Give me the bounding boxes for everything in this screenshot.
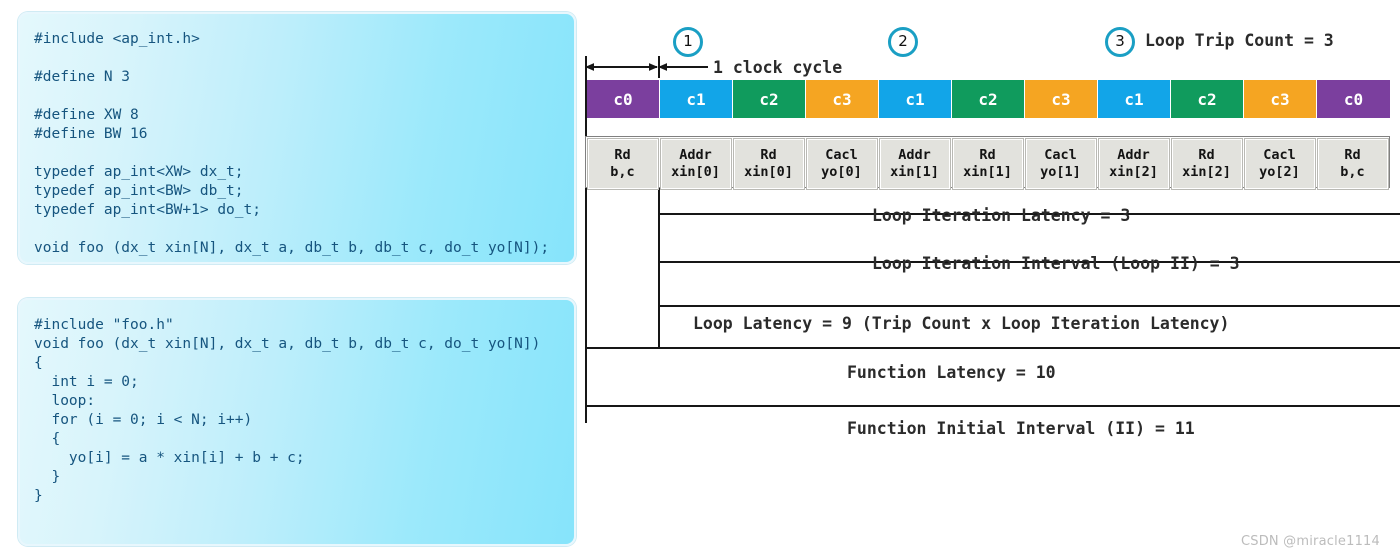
cycle-cell-label: c3 [1051,89,1071,109]
step-marker-1: 1 [673,27,703,57]
code-panel-source-file: #include "foo.h" void foo (dx_t xin[N], d… [18,298,576,546]
code-line: typedef ap_int<BW+1> do_t; [34,202,261,218]
code-line: #include <ap_int.h> [34,31,200,47]
code-line: #define N 3 [34,69,131,85]
op-cell-line2: b,c [1340,163,1365,180]
cycle-cell-label: c1 [686,89,706,109]
op-cell-line1: Cacl [1044,146,1077,163]
cycle-cell-label: c2 [1197,89,1217,109]
op-cell-line2: xin[1] [890,163,939,180]
cycle-cell-label: c0 [613,89,633,109]
op-cell-line1: Rd [760,146,777,163]
cycle-cell-label: c2 [978,89,998,109]
code-line: loop: [34,393,96,409]
op-cell-line1: Cacl [825,146,858,163]
code-line: int i = 0; [34,374,139,390]
op-cell-3: Cacl yo[0] [805,137,878,190]
cycle-cell-6: c3 [1025,80,1098,118]
op-cell-1: Addr xin[0] [659,137,732,190]
op-cell-line2: xin[2] [1109,163,1158,180]
op-cell-6: Cacl yo[1] [1024,137,1097,190]
timing-diagram: 1 2 3 Loop Trip Count = 3 1 clock cycle … [580,0,1400,545]
op-cell-0: Rd b,c [586,137,659,190]
code-line: } [34,488,43,504]
op-cell-line2: xin[0] [744,163,793,180]
loop-latency-label: Loop Latency = 9 (Trip Count x Loop Iter… [693,314,1230,333]
code-line: #include "foo.h" [34,317,174,333]
op-cell-line2: xin[2] [1182,163,1231,180]
op-cell-line1: Addr [898,146,931,163]
op-cell-line1: Rd [1344,146,1361,163]
op-cell-line1: Cacl [1263,146,1296,163]
op-cell-4: Addr xin[1] [878,137,951,190]
cycle-cell-9: c3 [1244,80,1317,118]
code-line: } [34,469,61,485]
function-initial-interval-label: Function Initial Interval (II) = 11 [847,419,1195,438]
cycle-cell-label: c2 [759,89,779,109]
op-cell-line1: Addr [679,146,712,163]
cycle-cell-0: c0 [587,80,660,118]
cycle-cell-3: c3 [806,80,879,118]
cycle-cell-4: c1 [879,80,952,118]
cycle-cell-label: c1 [1124,89,1144,109]
op-cell-line2: yo[1] [1040,163,1081,180]
code-column: #include <ap_int.h> #define N 3 #define … [18,12,578,546]
cycle-bar: c0 c1 c2 c3 c1 c2 c3 c1 c2 c3 c0 [587,80,1390,118]
watermark: CSDN @miracle1114 [1240,534,1380,549]
cycle-cell-2: c2 [733,80,806,118]
guide-line-loop-start [658,186,660,348]
step-marker-2: 2 [888,27,918,57]
op-cell-2: Rd xin[0] [732,137,805,190]
op-cell-line1: Rd [979,146,996,163]
op-cell-line2: xin[1] [963,163,1012,180]
op-cell-line2: yo[0] [821,163,862,180]
guide-line-cycle-1 [658,56,660,78]
cycle-cell-10: c0 [1317,80,1390,118]
loop-trip-count-label: Loop Trip Count = 3 [1145,31,1334,50]
code-line: typedef ap_int<XW> dx_t; [34,164,244,180]
op-cell-10: Rd b,c [1316,137,1389,190]
cycle-cell-8: c2 [1171,80,1244,118]
op-cell-line1: Rd [1198,146,1215,163]
loop-iteration-interval-label: Loop Iteration Interval (Loop II) = 3 [872,254,1240,273]
op-cell-line1: Addr [1117,146,1150,163]
cycle-cell-label: c1 [905,89,925,109]
step-marker-3: 3 [1105,27,1135,57]
code-line: void foo (dx_t xin[N], dx_t a, db_t b, d… [34,240,550,256]
op-cell-line2: b,c [610,163,635,180]
cycle-cell-5: c2 [952,80,1025,118]
code-line: yo[i] = a * xin[i] + b + c; [34,450,305,466]
code-line: void foo (dx_t xin[N], dx_t a, db_t b, d… [34,336,541,352]
code-line: { [34,355,43,371]
code-line: { [34,431,61,447]
op-cell-5: Rd xin[1] [951,137,1024,190]
header-file-code: #include <ap_int.h> #define N 3 #define … [20,30,574,258]
operation-table: Rd b,c Addr xin[0] Rd xin[0] Cacl yo[0] Addr xin[… [585,136,1390,190]
cycle-cell-label: c0 [1343,89,1364,109]
op-cell-8: Rd xin[2] [1170,137,1243,190]
code-line: typedef ap_int<BW> db_t; [34,183,244,199]
code-line: for (i = 0; i < N; i++) [34,412,253,428]
op-cell-7: Addr xin[2] [1097,137,1170,190]
op-cell-9: Cacl yo[2] [1243,137,1316,190]
cycle-cell-1: c1 [660,80,733,118]
op-cell-line2: xin[0] [671,163,720,180]
cycle-cell-label: c3 [832,89,852,109]
code-panel-header-file: #include <ap_int.h> #define N 3 #define … [18,12,576,264]
clock-cycle-label: 1 clock cycle [713,58,843,77]
cycle-cell-7: c1 [1098,80,1171,118]
source-file-code: #include "foo.h" void foo (dx_t xin[N], d… [20,316,574,506]
code-line: #define XW 8 [34,107,139,123]
loop-iteration-latency-label: Loop Iteration Latency = 3 [872,206,1131,225]
function-latency-label: Function Latency = 10 [847,363,1056,382]
cycle-cell-label: c3 [1270,89,1290,109]
op-cell-line1: Rd [614,146,631,163]
code-line: #define BW 16 [34,126,148,142]
op-cell-line2: yo[2] [1259,163,1300,180]
